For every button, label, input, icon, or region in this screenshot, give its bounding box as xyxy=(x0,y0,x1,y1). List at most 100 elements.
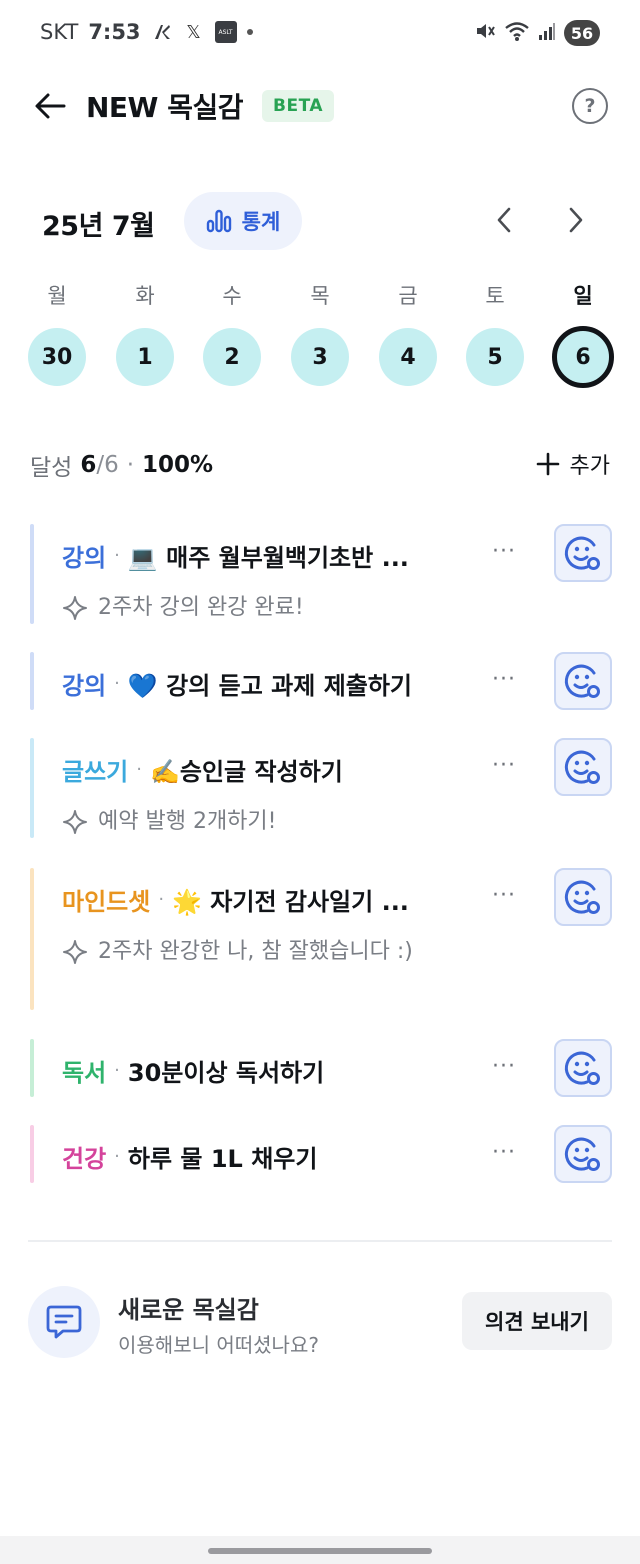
task-separator: · xyxy=(114,1146,120,1167)
clock: 7:53 xyxy=(88,20,141,44)
section-divider xyxy=(28,1240,612,1242)
smile-check-icon xyxy=(564,1137,600,1171)
month-selector: 25년 7월 통계 xyxy=(0,192,640,252)
beta-badge: BETA xyxy=(262,90,335,122)
date-cell[interactable]: 4 xyxy=(379,328,437,386)
feedback-avatar xyxy=(28,1286,100,1358)
help-button[interactable]: ? xyxy=(572,88,608,124)
task-category: 글쓰기 xyxy=(62,758,129,786)
task-category-bar xyxy=(30,1039,34,1097)
task-item[interactable]: 건강 · 하루 물 1L 채우기 ··· xyxy=(30,1125,614,1183)
task-category-bar xyxy=(30,652,34,710)
date-cell[interactable]: 30 xyxy=(28,328,86,386)
aslt-app-icon: ASLT xyxy=(214,21,237,43)
date-cell[interactable]: 2 xyxy=(203,328,261,386)
achievement-done-count: 6 xyxy=(80,452,97,478)
signal-icon xyxy=(538,21,556,45)
chevron-left-icon xyxy=(497,207,511,233)
task-category: 강의 xyxy=(62,544,107,572)
next-week-button[interactable] xyxy=(558,202,594,238)
task-category: 강의 xyxy=(62,672,107,700)
task-more-button[interactable]: ··· xyxy=(486,1051,522,1081)
task-category: 독서 xyxy=(62,1059,107,1087)
more-notifications-dot xyxy=(246,29,253,35)
weekday-thu: 목 xyxy=(310,284,330,308)
task-category-bar xyxy=(30,524,34,624)
smile-check-icon xyxy=(564,1051,600,1085)
task-title: ✍️승인글 작성하기 xyxy=(149,758,343,786)
mute-icon xyxy=(474,20,496,46)
task-reaction-button[interactable] xyxy=(554,1039,612,1097)
add-task-label: 추가 xyxy=(569,454,610,479)
system-navigation-bar xyxy=(0,1536,640,1564)
status-bar: SKT 7:53 𝕏 ASLT 56 xyxy=(0,0,640,66)
task-title: 🌟 자기전 감사일기 ... xyxy=(172,888,409,916)
stats-label: 통계 xyxy=(241,210,281,234)
weekday-tue: 화 xyxy=(135,284,155,308)
task-more-button[interactable]: ··· xyxy=(486,880,522,910)
month-label: 25년 7월 xyxy=(42,211,155,242)
task-separator: · xyxy=(114,673,120,694)
task-reaction-button[interactable] xyxy=(554,1125,612,1183)
task-more-button[interactable]: ··· xyxy=(486,1137,522,1167)
x-app-icon: 𝕏 xyxy=(186,21,201,43)
battery-indicator: 56 xyxy=(564,20,600,46)
task-item[interactable]: 강의 · 💙 강의 듣고 과제 제출하기 ··· xyxy=(30,652,614,710)
weekday-mon: 월 xyxy=(47,284,67,308)
task-title: 💙 강의 듣고 과제 제출하기 xyxy=(127,672,413,700)
sparkle-icon xyxy=(62,800,90,844)
weekday-sun: 일 xyxy=(573,284,593,308)
feedback-subtitle: 이용해보니 어떠셨나요? xyxy=(118,1333,319,1357)
chat-bubble-icon xyxy=(46,1305,82,1339)
wifi-icon xyxy=(504,20,530,46)
date-strip: 30 1 2 3 4 5 6 xyxy=(0,326,640,390)
weekday-header: 월 화 수 목 금 토 일 xyxy=(0,276,640,316)
weekday-fri: 금 xyxy=(398,284,418,308)
date-cell[interactable]: 1 xyxy=(116,328,174,386)
prev-week-button[interactable] xyxy=(486,202,522,238)
stats-button[interactable]: 통계 xyxy=(184,192,302,250)
send-feedback-button[interactable]: 의견 보내기 xyxy=(462,1292,612,1350)
task-more-button[interactable]: ··· xyxy=(486,750,522,780)
page-title: NEW 목실감 xyxy=(86,91,243,124)
home-gesture-handle[interactable] xyxy=(208,1548,432,1554)
task-memo: 예약 발행 2개하기! xyxy=(98,809,277,834)
task-more-button[interactable]: ··· xyxy=(486,536,522,566)
task-separator: · xyxy=(136,759,142,780)
achievement-percent: 100% xyxy=(142,452,214,478)
carrier-label: SKT xyxy=(40,20,79,44)
sparkle-icon xyxy=(62,586,90,630)
task-item[interactable]: 글쓰기 · ✍️승인글 작성하기 예약 발행 2개하기! ··· xyxy=(30,738,614,838)
task-item[interactable]: 강의 · 💻 매주 월부월백기초반 ... 2주차 강의 완강 완료! ··· xyxy=(30,524,614,624)
task-separator: · xyxy=(158,889,165,910)
date-cell[interactable]: 3 xyxy=(291,328,349,386)
task-memo: 2주차 강의 완강 완료! xyxy=(98,595,304,620)
task-item[interactable]: 독서 · 30분이상 독서하기 ··· xyxy=(30,1039,614,1097)
task-reaction-button[interactable] xyxy=(554,524,612,582)
back-button[interactable] xyxy=(30,88,70,124)
task-separator: · xyxy=(114,1060,120,1081)
task-category: 건강 xyxy=(62,1145,107,1173)
task-memo: 2주차 완강한 나, 참 잘했습니다 :) xyxy=(98,939,413,964)
add-task-button[interactable]: 추가 xyxy=(536,448,610,480)
achievement-label: 달성 xyxy=(30,455,73,481)
top-app-bar: NEW 목실감 BETA ? xyxy=(0,74,640,138)
smile-check-icon xyxy=(564,664,600,698)
notification-app-icon xyxy=(151,21,173,43)
smile-check-icon xyxy=(564,750,600,784)
task-category-bar xyxy=(30,1125,34,1183)
achievement-summary: 달성 6 / 6 · 100% xyxy=(30,448,213,482)
task-reaction-button[interactable] xyxy=(554,652,612,710)
task-category-bar xyxy=(30,868,34,1010)
task-item[interactable]: 마인드셋 · 🌟 자기전 감사일기 ... 2주차 완강한 나, 참 잘했습니다… xyxy=(30,868,614,1010)
achievement-separator: · xyxy=(126,452,135,478)
date-cell-selected[interactable]: 6 xyxy=(552,326,614,388)
task-reaction-button[interactable] xyxy=(554,738,612,796)
task-separator: · xyxy=(114,545,120,566)
task-reaction-button[interactable] xyxy=(554,868,612,926)
plus-icon xyxy=(536,452,559,476)
back-arrow-icon xyxy=(35,93,66,119)
date-cell[interactable]: 5 xyxy=(466,328,524,386)
weekday-wed: 수 xyxy=(222,284,242,308)
task-more-button[interactable]: ··· xyxy=(486,664,522,694)
